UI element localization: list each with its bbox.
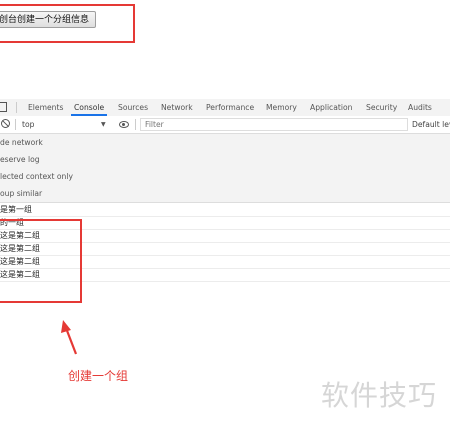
create-group-button[interactable]: 创台创建一个分组信息 (0, 11, 97, 28)
console-toolbar: top ▼ Default leve (0, 116, 450, 134)
toolbar-separator (135, 119, 136, 130)
filter-input[interactable] (140, 118, 408, 131)
clear-console-icon[interactable] (1, 119, 10, 128)
setting-selected-context-only[interactable]: lected context only (0, 168, 450, 185)
console-line: 是第一组 (0, 204, 450, 217)
tab-console[interactable]: Console (74, 103, 104, 112)
eye-icon[interactable] (119, 121, 129, 128)
tab-application[interactable]: Application (310, 103, 352, 112)
tab-security[interactable]: Security (366, 103, 397, 112)
tab-sources[interactable]: Sources (118, 103, 148, 112)
annotation-arrow-icon (61, 320, 78, 355)
annotation-label: 创建一个组 (68, 369, 129, 383)
watermark: 软件技巧 (321, 379, 438, 412)
tab-network[interactable]: Network (161, 103, 193, 112)
tab-performance[interactable]: Performance (206, 103, 254, 112)
devtools-tabbar: Elements Console Sources Network Perform… (0, 99, 450, 117)
setting-group-similar[interactable]: oup similar (0, 185, 450, 203)
chevron-down-icon[interactable]: ▼ (101, 121, 106, 128)
tab-elements[interactable]: Elements (28, 103, 63, 112)
context-select[interactable]: top (22, 120, 34, 129)
tab-separator (16, 102, 17, 113)
setting-hide-network[interactable]: de network (0, 134, 450, 151)
toolbar-separator (15, 119, 16, 130)
tab-memory[interactable]: Memory (266, 103, 297, 112)
levels-dropdown[interactable]: Default leve (412, 120, 450, 129)
setting-preserve-log[interactable]: eserve log (0, 151, 450, 168)
highlight-box-console (0, 219, 82, 303)
tab-audits[interactable]: Audits (408, 103, 432, 112)
dock-side-icon[interactable] (0, 102, 7, 112)
